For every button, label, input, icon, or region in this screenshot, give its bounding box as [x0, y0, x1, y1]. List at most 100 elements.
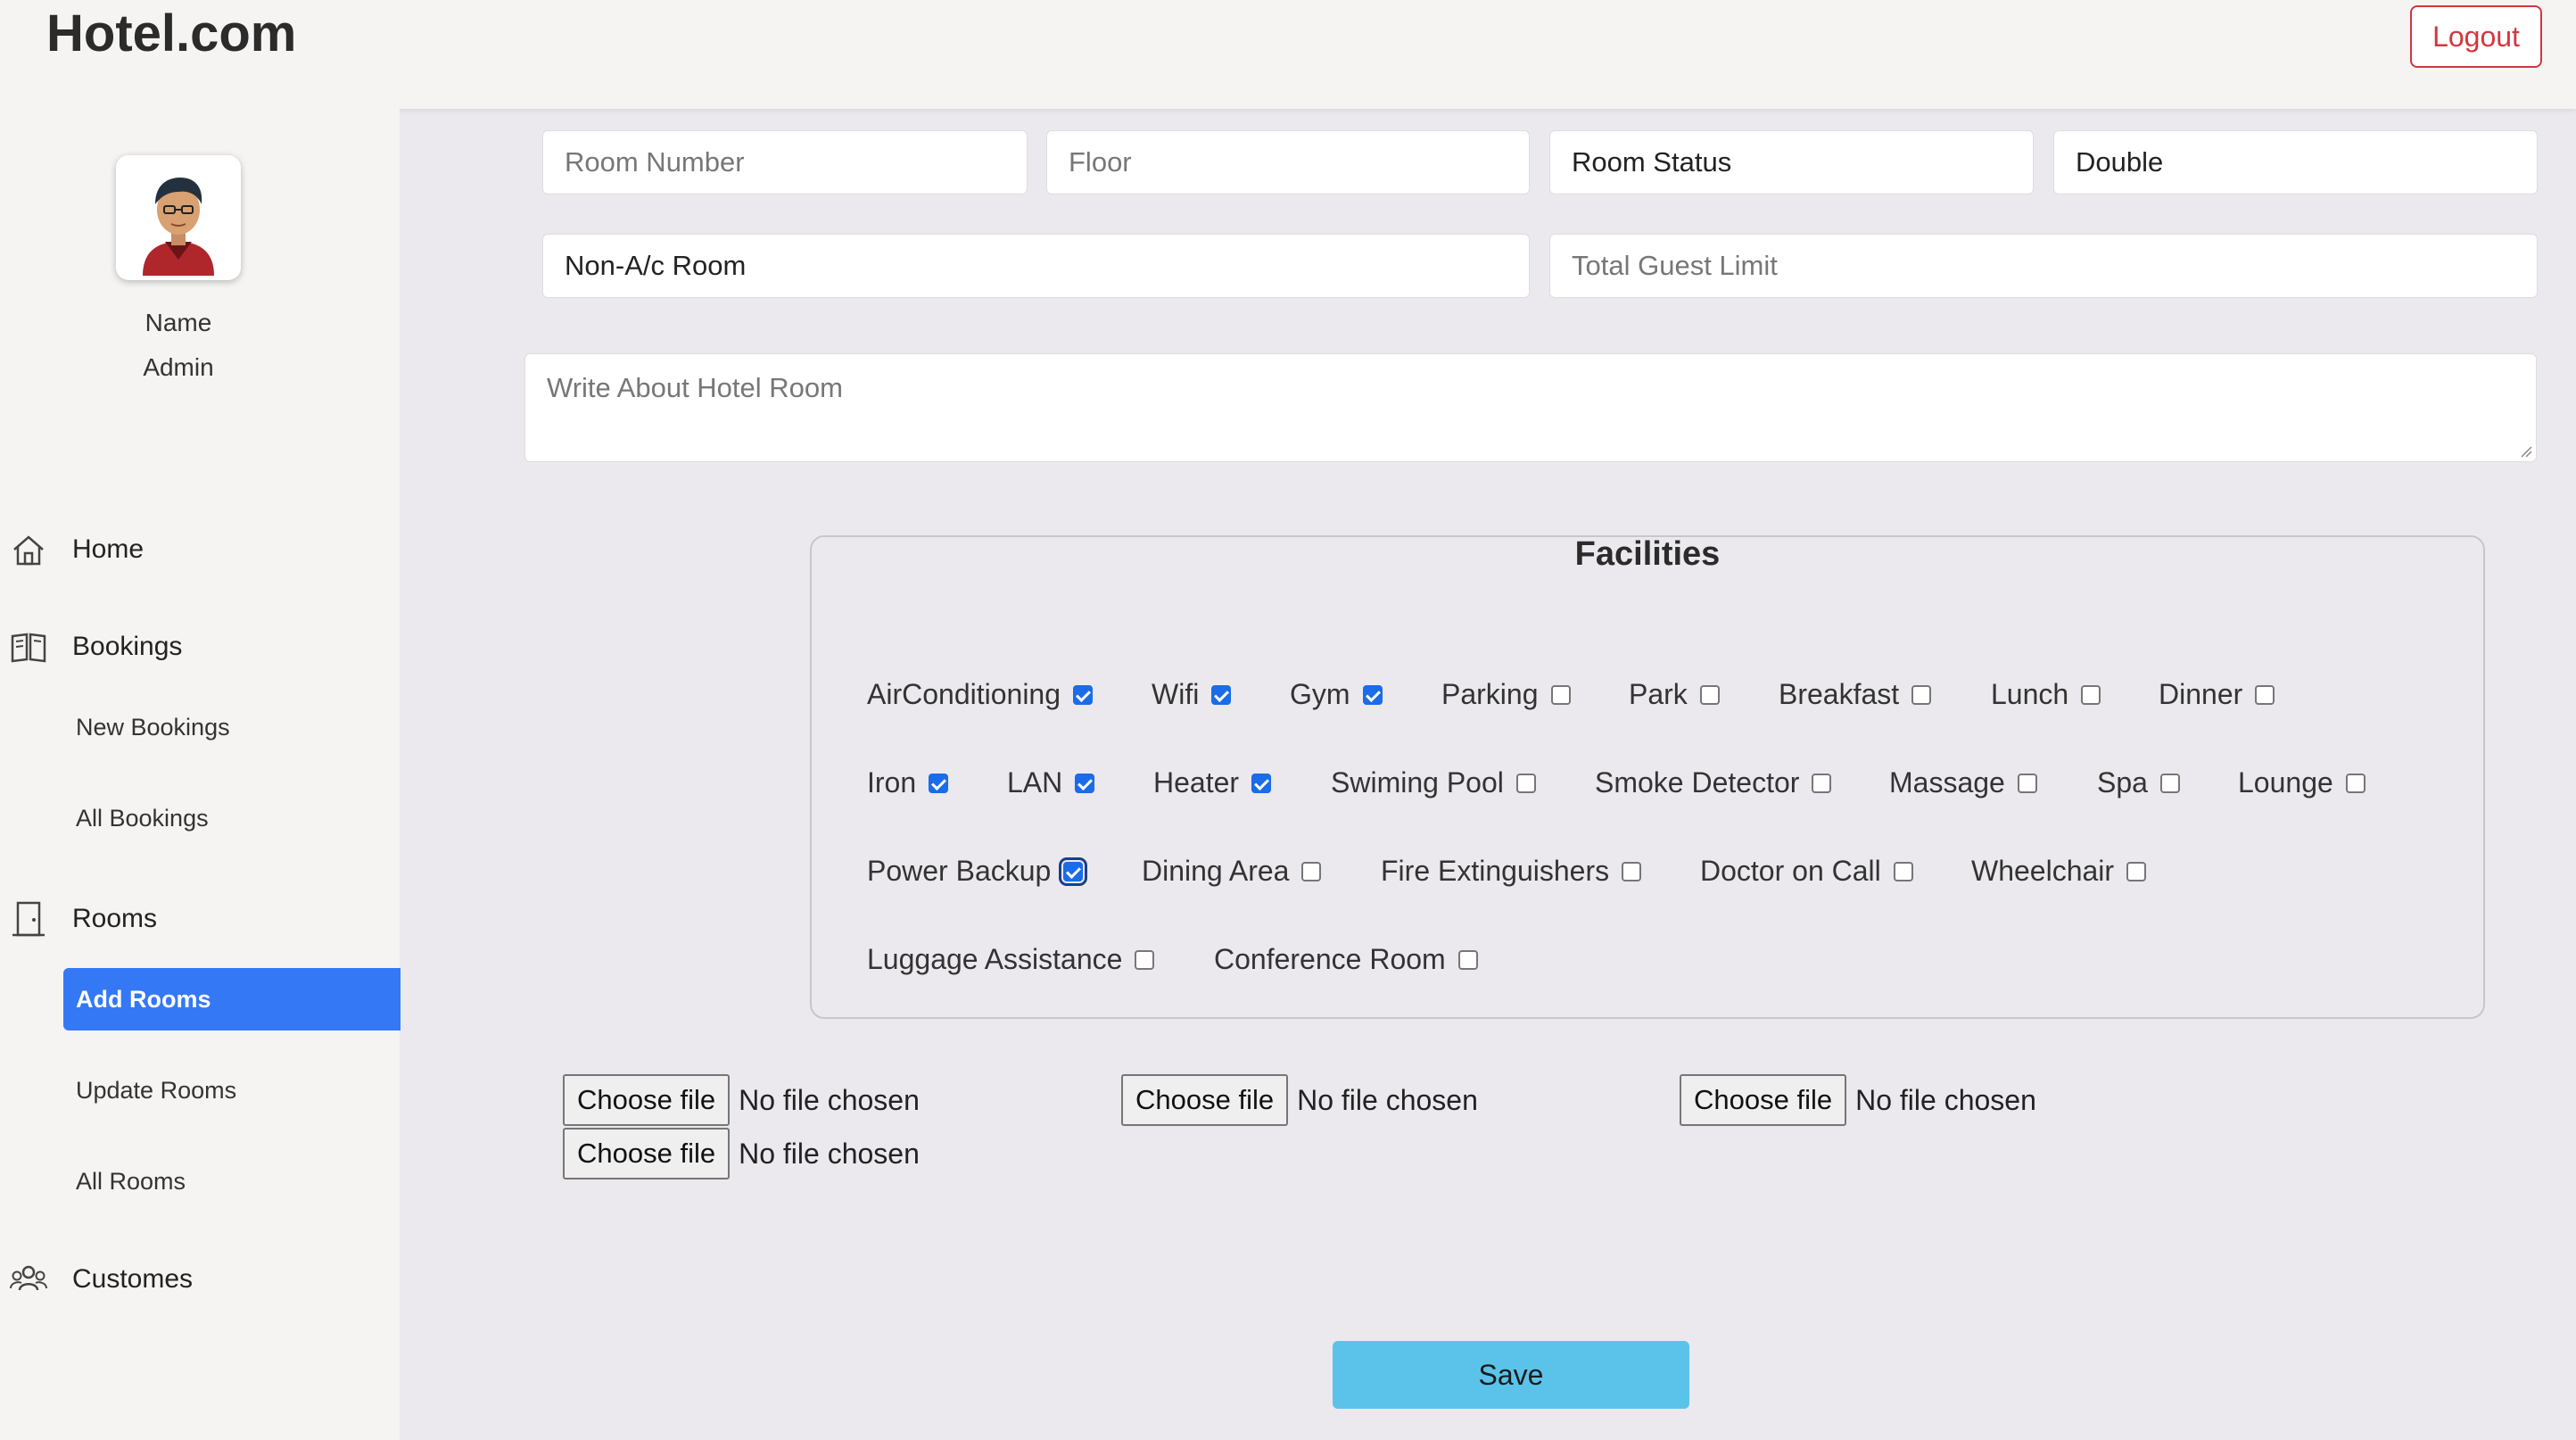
sidebar-item-bookings[interactable]: Bookings [0, 620, 400, 674]
facility-label: Wifi [1152, 678, 1200, 710]
facility-checkbox[interactable] [1622, 861, 1642, 881]
facility-option[interactable]: Dining Area [1142, 855, 1322, 888]
room-status-select[interactable]: Room Status [1549, 130, 2034, 194]
facility-label: AirConditioning [867, 678, 1061, 710]
sidebar-item-label: Rooms [72, 904, 158, 933]
about-room-textarea[interactable]: Write About Hotel Room [524, 353, 2537, 462]
file-status: No file chosen [1855, 1083, 2036, 1116]
resize-handle-icon[interactable] [2520, 445, 2532, 458]
file-input-1[interactable]: Choose file No file chosen [563, 1074, 920, 1126]
facility-label: Swiming Pool [1331, 766, 1504, 799]
facility-checkbox[interactable] [1812, 773, 1832, 793]
facility-option[interactable]: Gym [1290, 678, 1383, 711]
facility-option[interactable]: Parking [1441, 678, 1571, 711]
sidebar-item-add-rooms[interactable]: Add Rooms [63, 968, 400, 1030]
facility-checkbox[interactable] [1251, 773, 1272, 793]
facility-option[interactable]: Luggage Assistance [867, 943, 1155, 976]
facility-option[interactable]: Conference Room [1214, 943, 1478, 976]
choose-file-button[interactable]: Choose file [1121, 1074, 1289, 1126]
facility-option[interactable]: Fire Extinguishers [1381, 855, 1642, 888]
facility-checkbox[interactable] [1515, 773, 1536, 793]
facility-label: Breakfast [1779, 678, 1900, 710]
sidebar-item-home[interactable]: Home [0, 523, 400, 576]
facility-option[interactable]: Smoke Detector [1595, 766, 1832, 799]
facility-checkbox[interactable] [929, 773, 949, 793]
facility-option[interactable]: Power Backup [867, 855, 1088, 888]
save-button[interactable]: Save [1333, 1341, 1689, 1409]
facility-option[interactable]: LAN [1007, 766, 1095, 799]
user-role: Admin [143, 353, 214, 381]
facility-checkbox[interactable] [1211, 684, 1232, 705]
file-input-4[interactable]: Choose file No file chosen [563, 1128, 920, 1179]
facility-checkbox[interactable] [1135, 949, 1155, 970]
file-input-3[interactable]: Choose file No file chosen [1680, 1074, 2036, 1126]
facility-checkbox[interactable] [1457, 949, 1478, 970]
room-number-input[interactable]: Room Number [542, 130, 1028, 194]
book-icon [11, 633, 46, 663]
facility-label: Luggage Assistance [867, 943, 1123, 975]
facilities-title: Facilities [1574, 535, 1721, 573]
room-type-select[interactable]: Double [2053, 130, 2538, 194]
facility-label: Iron [867, 766, 917, 799]
facility-label: Power Backup [867, 855, 1052, 887]
facility-checkbox[interactable] [1893, 861, 1913, 881]
facility-label: Doctor on Call [1700, 855, 1881, 887]
facility-checkbox[interactable] [2126, 861, 2147, 881]
about-room-placeholder: Write About Hotel Room [547, 372, 843, 403]
facility-option[interactable]: Heater [1153, 766, 1272, 799]
facility-option[interactable]: Dinner [2159, 678, 2275, 711]
facility-checkbox[interactable] [2081, 684, 2101, 705]
guest-limit-input[interactable]: Total Guest Limit [1549, 234, 2538, 298]
sidebar-item-all-rooms[interactable]: All Rooms [76, 1168, 186, 1196]
facility-checkbox[interactable] [2159, 773, 2180, 793]
facility-label: Fire Extinguishers [1381, 855, 1610, 887]
users-icon [10, 1265, 47, 1291]
facility-option[interactable]: Swiming Pool [1331, 766, 1536, 799]
facility-label: Parking [1441, 678, 1539, 710]
facility-checkbox[interactable] [2017, 773, 2037, 793]
ac-type-select[interactable]: Non-A/c Room [542, 234, 1530, 298]
file-input-2[interactable]: Choose file No file chosen [1121, 1074, 1478, 1126]
facility-option[interactable]: Breakfast [1779, 678, 1932, 711]
facility-label: Conference Room [1214, 943, 1446, 975]
facility-option[interactable]: Massage [1889, 766, 2037, 799]
brand-logo[interactable]: Hotel.com [46, 4, 296, 63]
sidebar-item-new-bookings[interactable]: New Bookings [76, 714, 230, 741]
facility-checkbox[interactable] [1059, 857, 1088, 886]
facility-checkbox[interactable] [1699, 684, 1720, 705]
facility-option[interactable]: Wifi [1152, 678, 1232, 711]
facility-option[interactable]: Wheelchair [1971, 855, 2147, 888]
facility-checkbox[interactable] [1075, 773, 1095, 793]
facility-option[interactable]: AirConditioning [867, 678, 1094, 711]
logout-button[interactable]: Logout [2410, 5, 2542, 68]
facility-option[interactable]: Iron [867, 766, 949, 799]
floor-input[interactable]: Floor [1046, 130, 1530, 194]
sidebar-item-update-rooms[interactable]: Update Rooms [76, 1077, 236, 1105]
choose-file-button[interactable]: Choose file [563, 1074, 731, 1126]
sidebar: Hotel.com Name Admin Home Bookings New B… [0, 0, 400, 1440]
facility-label: Heater [1153, 766, 1240, 799]
facility-label: Dining Area [1142, 855, 1290, 887]
facility-checkbox[interactable] [1301, 861, 1322, 881]
choose-file-button[interactable]: Choose file [1680, 1074, 1847, 1126]
home-icon [13, 535, 44, 566]
facility-checkbox[interactable] [2345, 773, 2365, 793]
sidebar-item-label: Bookings [72, 632, 183, 661]
facility-option[interactable]: Doctor on Call [1700, 855, 1913, 888]
file-status: No file chosen [739, 1083, 920, 1116]
facility-checkbox[interactable] [1073, 684, 1094, 705]
sidebar-item-all-bookings[interactable]: All Bookings [76, 805, 209, 832]
facility-option[interactable]: Spa [2097, 766, 2180, 799]
facility-checkbox[interactable] [2255, 684, 2275, 705]
choose-file-button[interactable]: Choose file [563, 1128, 731, 1179]
file-status: No file chosen [739, 1137, 920, 1170]
facility-checkbox[interactable] [1550, 684, 1571, 705]
sidebar-item-rooms[interactable]: Rooms [0, 892, 400, 946]
facility-option[interactable]: Lounge [2238, 766, 2365, 799]
facility-label: Gym [1290, 678, 1350, 710]
facility-checkbox[interactable] [1911, 684, 1932, 705]
facility-option[interactable]: Lunch [1991, 678, 2101, 711]
facility-checkbox[interactable] [1362, 684, 1383, 705]
facility-option[interactable]: Park [1629, 678, 1720, 711]
sidebar-item-customers[interactable]: Customes [0, 1253, 400, 1306]
